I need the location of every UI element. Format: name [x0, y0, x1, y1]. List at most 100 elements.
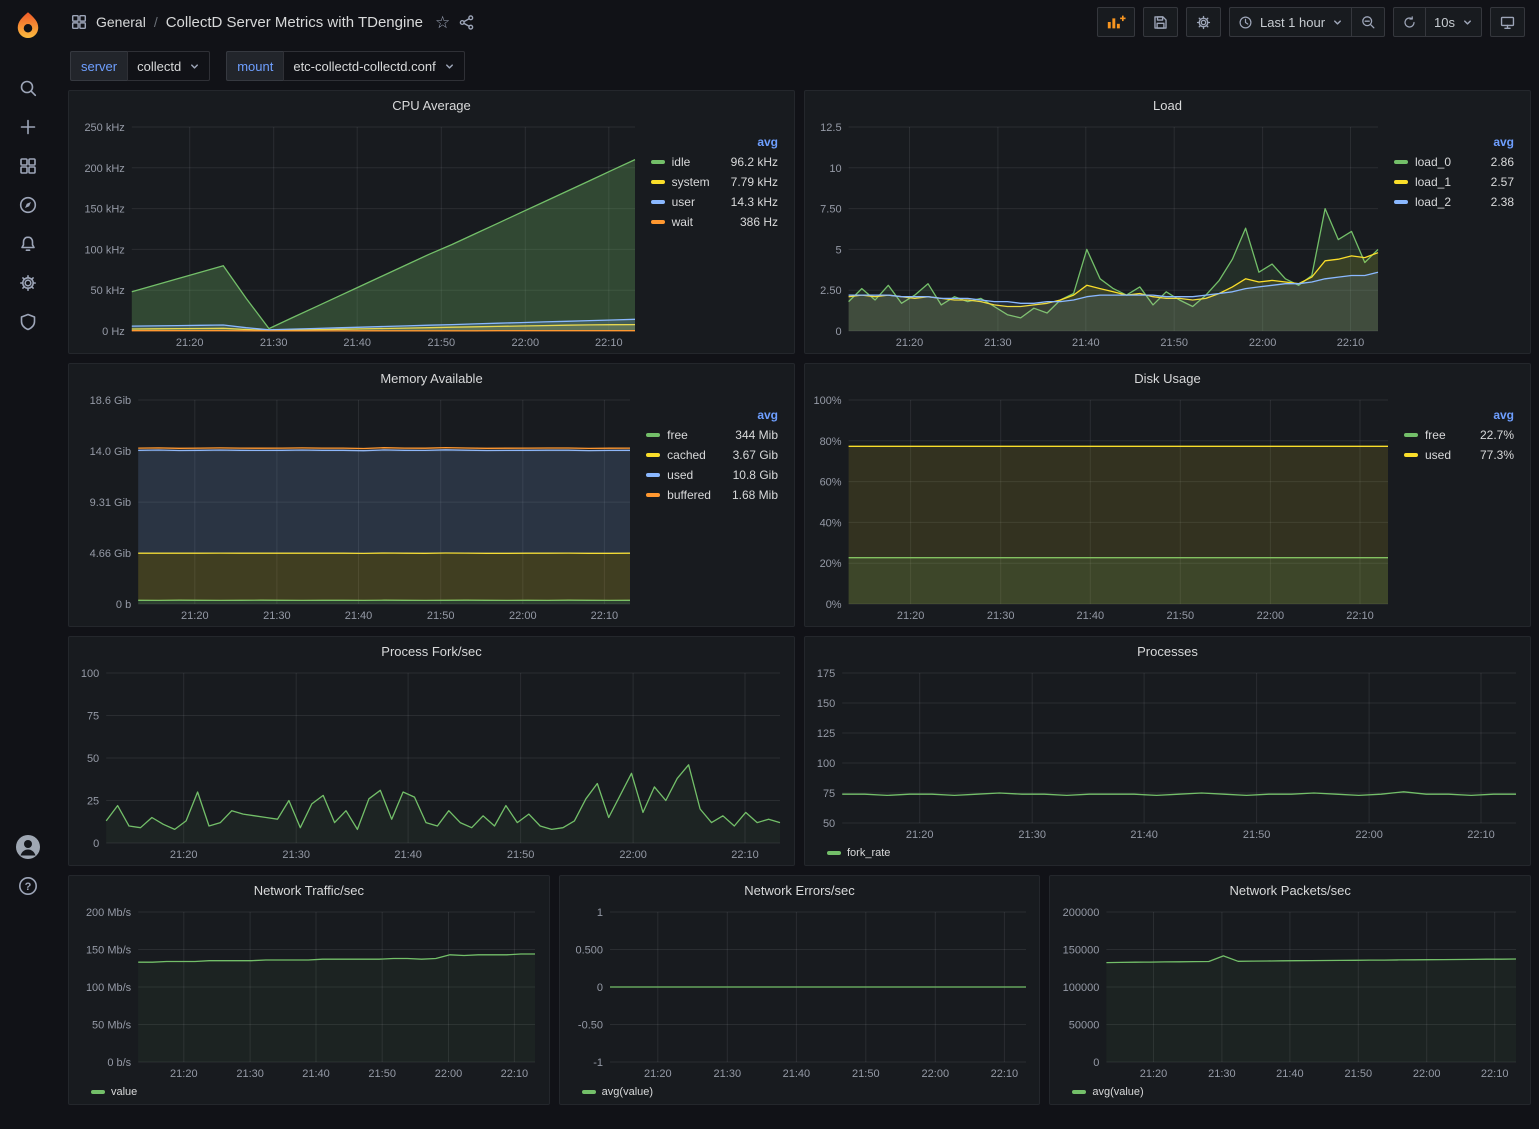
- configuration-gear-icon[interactable]: [8, 263, 48, 302]
- legend-series-name[interactable]: load_2: [1415, 195, 1451, 209]
- refresh-button[interactable]: [1393, 7, 1426, 37]
- svg-text:22:00: 22:00: [1413, 1068, 1441, 1080]
- panel-title[interactable]: Process Fork/sec: [69, 637, 794, 665]
- legend-row: system7.79 kHz: [651, 175, 778, 189]
- svg-text:22:10: 22:10: [1481, 1068, 1509, 1080]
- legend-series-avg: 14.3 kHz: [717, 195, 778, 209]
- panel-title[interactable]: Network Traffic/sec: [69, 876, 549, 904]
- help-icon[interactable]: ?: [8, 866, 48, 905]
- svg-text:22:00: 22:00: [1249, 337, 1277, 349]
- page-title: CollectD Server Metrics with TDengine: [166, 14, 423, 31]
- svg-text:21:40: 21:40: [1276, 1068, 1304, 1080]
- chart-plot[interactable]: 0 Hz50 kHz100 kHz150 kHz200 kHz250 kHz21…: [75, 119, 645, 351]
- legend-series-avg: 386 Hz: [722, 215, 778, 229]
- explore-compass-icon[interactable]: [8, 185, 48, 224]
- svg-text:21:30: 21:30: [713, 1068, 741, 1080]
- legend-series-name[interactable]: load_0: [1415, 155, 1451, 169]
- legend-series-avg: 344 Mib: [721, 428, 778, 442]
- panel-legend: avgfree22.7%used77.3%: [1398, 392, 1526, 624]
- legend-series-dash: [646, 433, 660, 437]
- legend-series-name[interactable]: free: [1425, 428, 1446, 442]
- svg-text:20%: 20%: [820, 558, 842, 570]
- share-icon[interactable]: [458, 14, 475, 31]
- legend-series-dash: [1394, 200, 1408, 204]
- time-range-label: Last 1 hour: [1260, 15, 1325, 30]
- svg-text:150000: 150000: [1063, 945, 1100, 957]
- svg-text:21:30: 21:30: [282, 849, 310, 861]
- legend-series-avg: 96.2 kHz: [717, 155, 778, 169]
- chart-plot[interactable]: 0 b/s50 Mb/s100 Mb/s150 Mb/s200 Mb/s21:2…: [75, 904, 545, 1082]
- legend-series-name[interactable]: user: [672, 195, 695, 209]
- legend-series-name[interactable]: used: [1425, 448, 1451, 462]
- breadcrumb-section[interactable]: General: [96, 14, 146, 30]
- legend-series-name[interactable]: avg(value): [602, 1086, 653, 1098]
- legend-series-name[interactable]: used: [667, 468, 693, 482]
- svg-text:100 kHz: 100 kHz: [84, 244, 124, 256]
- svg-text:100%: 100%: [813, 395, 841, 407]
- legend-series-avg: 22.7%: [1458, 428, 1514, 442]
- svg-text:?: ?: [25, 881, 32, 893]
- svg-text:12.5: 12.5: [820, 122, 841, 134]
- svg-text:150 Mb/s: 150 Mb/s: [86, 945, 132, 957]
- add-panel-button[interactable]: [1097, 7, 1135, 37]
- chart-plot[interactable]: 0 b4.66 Gib9.31 Gib14.0 Gib18.6 Gib21:20…: [75, 392, 640, 624]
- create-plus-icon[interactable]: [8, 107, 48, 146]
- svg-text:100: 100: [81, 668, 99, 680]
- legend-series-name[interactable]: value: [111, 1086, 137, 1098]
- zoom-out-button[interactable]: [1351, 7, 1385, 37]
- svg-text:0 Hz: 0 Hz: [102, 326, 125, 338]
- legend-row: buffered1.68 Mib: [646, 488, 778, 502]
- legend-series-name[interactable]: system: [672, 175, 710, 189]
- panel-title[interactable]: Load: [805, 91, 1530, 119]
- alerting-bell-icon[interactable]: [8, 224, 48, 263]
- svg-text:22:10: 22:10: [591, 610, 619, 622]
- panel-title[interactable]: Processes: [805, 637, 1530, 665]
- search-icon[interactable]: [8, 68, 48, 107]
- legend-row: cached3.67 Gib: [646, 448, 778, 462]
- legend-series-dash: [1404, 453, 1418, 457]
- legend-series-name[interactable]: avg(value): [1092, 1086, 1143, 1098]
- legend-series-dash: [646, 453, 660, 457]
- svg-text:-1: -1: [593, 1057, 603, 1069]
- svg-text:4.66 Gib: 4.66 Gib: [90, 548, 132, 560]
- variable-mount[interactable]: mount etc-collectd-collectd.conf: [226, 51, 464, 81]
- panel-title[interactable]: Network Errors/sec: [560, 876, 1040, 904]
- dashboard-settings-button[interactable]: [1186, 7, 1221, 37]
- chart-plot[interactable]: 025507510021:2021:3021:4021:5022:0022:10: [75, 665, 790, 863]
- legend-series-name[interactable]: idle: [672, 155, 691, 169]
- svg-text:21:30: 21:30: [260, 337, 288, 349]
- svg-text:10: 10: [829, 163, 841, 175]
- panel-title[interactable]: Network Packets/sec: [1050, 876, 1530, 904]
- legend-series-name[interactable]: wait: [672, 215, 693, 229]
- legend-series-name[interactable]: cached: [667, 448, 706, 462]
- time-range-picker[interactable]: Last 1 hour: [1229, 7, 1352, 37]
- chart-plot[interactable]: 02.5057.501012.521:2021:3021:4021:5022:0…: [811, 119, 1388, 351]
- legend-series-name[interactable]: buffered: [667, 488, 711, 502]
- chart-plot[interactable]: 507510012515017521:2021:3021:4021:5022:0…: [811, 665, 1526, 843]
- legend-series-name[interactable]: free: [667, 428, 688, 442]
- legend-series-dash: [651, 160, 665, 164]
- dashboards-breadcrumb-icon[interactable]: [70, 13, 88, 31]
- dashboards-icon[interactable]: [8, 146, 48, 185]
- refresh-interval-dropdown[interactable]: 10s: [1425, 7, 1482, 37]
- legend-series-name[interactable]: fork_rate: [847, 847, 890, 859]
- panel-title[interactable]: Memory Available: [69, 364, 794, 392]
- svg-text:21:50: 21:50: [852, 1068, 880, 1080]
- grafana-logo[interactable]: [11, 8, 45, 42]
- user-avatar[interactable]: [8, 827, 48, 866]
- legend-series-name[interactable]: load_1: [1415, 175, 1451, 189]
- save-dashboard-button[interactable]: [1143, 7, 1178, 37]
- chart-plot[interactable]: 0%20%40%60%80%100%21:2021:3021:4021:5022…: [811, 392, 1398, 624]
- panel-title[interactable]: CPU Average: [69, 91, 794, 119]
- admin-shield-icon[interactable]: [8, 302, 48, 341]
- svg-text:0 b/s: 0 b/s: [107, 1057, 131, 1069]
- cycle-view-mode-button[interactable]: [1490, 7, 1525, 37]
- dashboard-row: CPU Average 0 Hz50 kHz100 kHz150 kHz200 …: [68, 90, 1531, 354]
- chart-plot[interactable]: 05000010000015000020000021:2021:3021:402…: [1056, 904, 1526, 1082]
- star-icon[interactable]: ☆: [435, 14, 450, 31]
- legend-avg-header: avg: [646, 408, 778, 422]
- svg-text:75: 75: [823, 788, 835, 800]
- variable-server[interactable]: server collectd: [70, 51, 210, 81]
- chart-plot[interactable]: -1-0.5000.500121:2021:3021:4021:5022:002…: [566, 904, 1036, 1082]
- panel-title[interactable]: Disk Usage: [805, 364, 1530, 392]
